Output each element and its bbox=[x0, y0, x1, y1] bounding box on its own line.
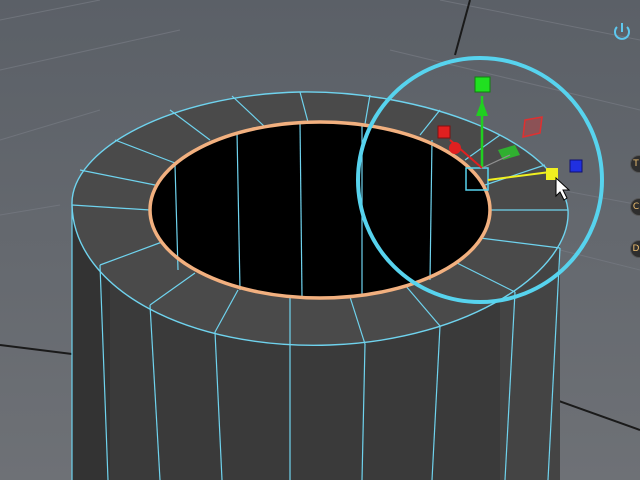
side-button-label: D bbox=[632, 244, 640, 254]
z-axis-scale-handle[interactable] bbox=[569, 159, 583, 173]
x-axis-arrow[interactable] bbox=[449, 142, 461, 154]
side-button-label: C bbox=[632, 202, 640, 212]
y-axis-scale-handle[interactable] bbox=[474, 76, 491, 93]
power-icon[interactable] bbox=[610, 20, 634, 44]
side-button-label: T bbox=[633, 159, 639, 169]
cylinder-mesh[interactable] bbox=[71, 91, 569, 480]
x-axis-scale-handle[interactable] bbox=[437, 125, 451, 139]
3d-viewport[interactable] bbox=[0, 0, 640, 480]
